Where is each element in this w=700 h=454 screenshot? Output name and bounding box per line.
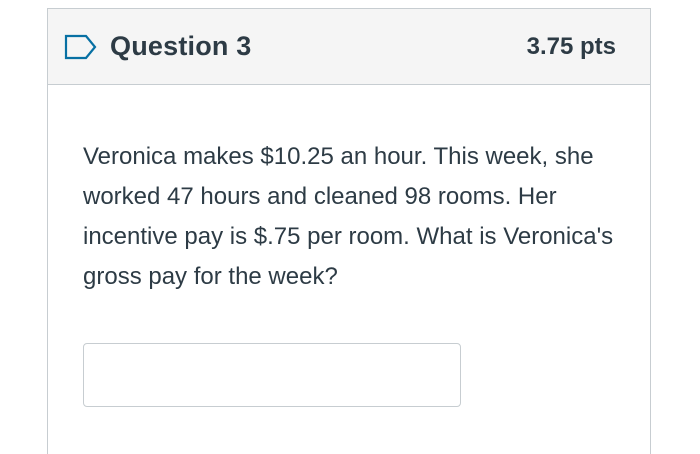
question-title: Question 3 <box>110 31 252 61</box>
question-header-left: Question 3 <box>64 31 252 62</box>
question-body: Veronica makes $10.25 an hour. This week… <box>48 85 650 407</box>
question-text: Veronica makes $10.25 an hour. This week… <box>83 143 614 290</box>
question-card: Question 3 3.75 pts Veronica makes $10.2… <box>47 8 651 454</box>
answer-input[interactable] <box>83 343 461 407</box>
flag-outline-icon[interactable] <box>64 34 98 60</box>
question-points: 3.75 pts <box>526 32 616 60</box>
question-header: Question 3 3.75 pts <box>48 9 650 85</box>
